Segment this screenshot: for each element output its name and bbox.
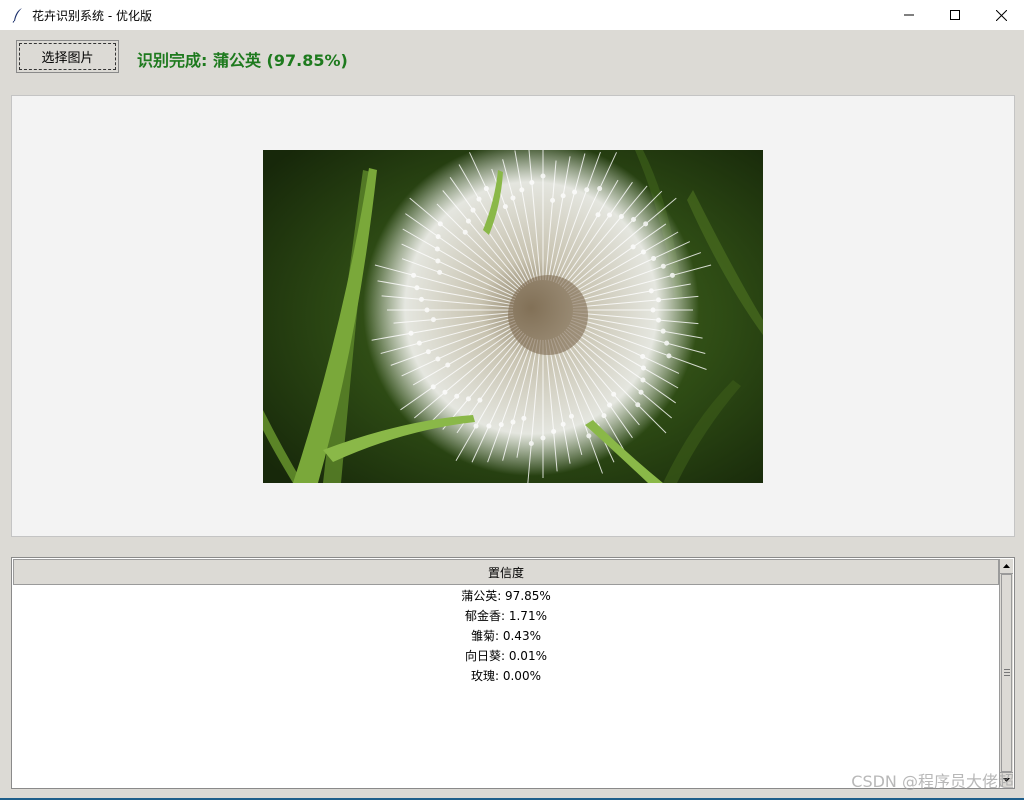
result-row[interactable]: 玫瑰: 0.00% <box>13 666 999 686</box>
toolbar: 选择图片 识别完成: 蒲公英 (97.85%) <box>0 30 1024 85</box>
maximize-button[interactable] <box>932 0 978 30</box>
maximize-icon <box>950 10 960 20</box>
scroll-up-button[interactable] <box>1000 559 1013 574</box>
close-button[interactable] <box>978 0 1024 30</box>
result-row[interactable]: 蒲公英: 97.85% <box>13 586 999 606</box>
grip-icon <box>1004 669 1010 678</box>
window-controls <box>886 0 1024 30</box>
feather-icon <box>10 7 26 23</box>
close-icon <box>995 9 1007 21</box>
scroll-thumb[interactable] <box>1001 574 1012 772</box>
app-window: 花卉识别系统 - 优化版 选择图片 识别完成: 蒲公英 (97.85%) 置信度… <box>0 0 1024 800</box>
scroll-up-icon <box>1003 564 1010 568</box>
window-title: 花卉识别系统 - 优化版 <box>32 8 152 23</box>
vertical-scrollbar[interactable] <box>999 559 1013 787</box>
dandelion-photo <box>263 150 763 483</box>
result-row[interactable]: 郁金香: 1.71% <box>13 606 999 626</box>
watermark: CSDN @程序员大佬超 <box>851 772 1014 791</box>
title-bar: 花卉识别系统 - 优化版 <box>0 0 1024 30</box>
result-row[interactable]: 向日葵: 0.01% <box>13 646 999 666</box>
confidence-column-header[interactable]: 置信度 <box>13 559 999 585</box>
minimize-button[interactable] <box>886 0 932 30</box>
recognition-status: 识别完成: 蒲公英 (97.85%) <box>137 51 348 70</box>
result-row[interactable]: 雏菊: 0.43% <box>13 626 999 646</box>
minimize-icon <box>904 14 914 16</box>
select-image-button[interactable]: 选择图片 <box>16 40 119 73</box>
confidence-table[interactable]: 置信度 蒲公英: 97.85% 郁金香: 1.71% 雏菊: 0.43% 向日葵… <box>11 557 1015 789</box>
image-preview-frame <box>11 95 1015 537</box>
results-list: 蒲公英: 97.85% 郁金香: 1.71% 雏菊: 0.43% 向日葵: 0.… <box>13 586 999 686</box>
select-image-label: 选择图片 <box>41 51 94 66</box>
